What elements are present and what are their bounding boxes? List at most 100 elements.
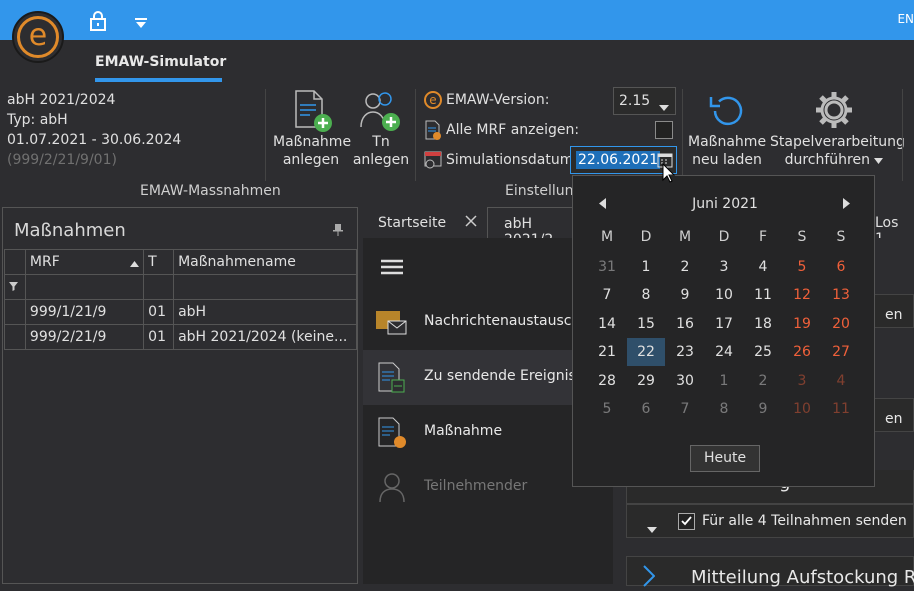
calendar-day[interactable]: 18 [744, 310, 782, 338]
calendar-header: Juni 2021 [587, 194, 863, 216]
calendar-day[interactable]: 2 [666, 253, 704, 281]
ribbon-separator [265, 89, 266, 181]
massnahme-anlegen-button[interactable]: Maßnahme anlegen [273, 87, 352, 169]
stapelverarbeitung-button[interactable]: Stapelverarbeitung durchführen [770, 87, 905, 169]
calendar-day[interactable]: 26 [783, 338, 821, 366]
mitteilung-card[interactable]: Mitteilung Aufstockung R [626, 556, 914, 588]
tn-anlegen-label1: Tn [372, 134, 390, 150]
calendar-day[interactable]: 12 [783, 281, 821, 309]
calendar-day[interactable]: 25 [744, 338, 782, 366]
calendar-day[interactable]: 11 [744, 281, 782, 309]
calendar-day[interactable]: 1 [627, 253, 665, 281]
group-label-einstellungen: Einstellung [505, 183, 583, 199]
table-row[interactable]: 999/2/21/9 01 abH 2021/2024 (keine... [4, 324, 357, 350]
filter-icon[interactable] [4, 274, 26, 300]
filter-cell[interactable] [143, 274, 175, 300]
tn-anlegen-button[interactable]: Tn anlegen [352, 87, 410, 169]
calendar-day[interactable]: 2 [744, 367, 782, 395]
panel-title: Maßnahmen [14, 220, 126, 241]
ribbon-tab-underline [95, 78, 222, 82]
ribbon-tab-emaw-simulator[interactable]: EMAW-Simulator [95, 54, 226, 70]
calendar-day[interactable]: 7 [588, 281, 626, 309]
info-name: abH 2021/2024 [7, 92, 116, 108]
calendar-day[interactable]: 31 [588, 253, 626, 281]
calendar-day[interactable]: 13 [822, 281, 860, 309]
calendar-day[interactable]: 27 [822, 338, 860, 366]
simulationsdatum-label: Simulationsdatum: [446, 152, 579, 168]
calendar-day[interactable]: 8 [627, 281, 665, 309]
simulationsdatum-input[interactable]: 22.06.2021 [570, 146, 677, 174]
app-logo[interactable]: e [12, 11, 64, 63]
calendar-day[interactable]: 10 [705, 281, 743, 309]
send-all-checkbox[interactable] [678, 513, 695, 530]
calendar-day[interactable]: 23 [666, 338, 704, 366]
mouse-cursor-icon [662, 162, 676, 187]
calendar-day[interactable]: 14 [588, 310, 626, 338]
ribbon-separator [682, 89, 683, 181]
send-all-row: Für alle 4 Teilnahmen senden [626, 504, 914, 538]
calendar-day[interactable]: 11 [822, 395, 860, 423]
calendar-day[interactable]: 10 [783, 395, 821, 423]
chevron-down-icon[interactable] [647, 518, 657, 537]
calendar-day[interactable]: 28 [588, 367, 626, 395]
calendar-day[interactable]: 4 [744, 253, 782, 281]
calendar-day[interactable]: 17 [705, 310, 743, 338]
filter-cell[interactable] [173, 274, 357, 300]
refresh-icon [688, 87, 766, 133]
group-label-massnahmen: EMAW-Massnahmen [140, 183, 281, 199]
massnahme-neu-laden-button[interactable]: Maßnahme neu laden [688, 87, 766, 169]
window-title: EN [897, 12, 914, 26]
calendar-day[interactable]: 6 [822, 253, 860, 281]
calendar-day[interactable]: 1 [705, 367, 743, 395]
calendar-day[interactable]: 30 [666, 367, 704, 395]
alle-mrf-label: Alle MRF anzeigen: [446, 122, 580, 138]
calendar-day[interactable]: 6 [627, 395, 665, 423]
filter-row [4, 274, 357, 300]
calendar-day[interactable]: 20 [822, 310, 860, 338]
emaw-version-select[interactable]: 2.15 [613, 87, 676, 115]
nav-label: Teilnehmender [424, 478, 528, 494]
column-header-t[interactable]: T [143, 249, 175, 275]
calendar-day[interactable]: 21 [588, 338, 626, 366]
table-row[interactable]: 999/1/21/9 01 abH [4, 299, 357, 325]
massnahme-anlegen-label1: Maßnahme [273, 134, 352, 150]
chevron-right-icon[interactable] [843, 198, 850, 212]
lock-icon[interactable] [88, 10, 108, 36]
column-header-name[interactable]: Maßnahmename [173, 249, 357, 275]
ribbon-separator [902, 89, 903, 181]
calendar-day[interactable]: 8 [705, 395, 743, 423]
calendar-day[interactable]: 15 [627, 310, 665, 338]
tab-startseite-label: Startseite [378, 215, 447, 231]
calendar-day[interactable]: 16 [666, 310, 704, 338]
alle-mrf-checkbox[interactable] [655, 121, 673, 139]
weekday-header: S [797, 229, 807, 245]
calendar-month[interactable]: Juni 2021 [587, 196, 863, 212]
calendar-day[interactable]: 5 [588, 395, 626, 423]
nav-label: Nachrichtenaustausch [424, 313, 581, 329]
simulationsdatum-value: 22.06.2021 [576, 151, 661, 169]
calendar-day[interactable]: 7 [666, 395, 704, 423]
pin-icon[interactable] [333, 224, 343, 239]
document-add-icon [273, 87, 349, 133]
hamburger-menu-icon[interactable] [381, 259, 403, 279]
sort-up-icon [130, 255, 140, 271]
quick-access-dropdown-icon[interactable] [134, 14, 148, 33]
calendar-day-selected[interactable]: 22 [627, 338, 665, 366]
column-header-mrf[interactable]: MRF [24, 249, 145, 275]
calendar-day[interactable]: 19 [783, 310, 821, 338]
calendar-day[interactable]: 3 [705, 253, 743, 281]
calendar-day[interactable]: 9 [666, 281, 704, 309]
calendar-day[interactable]: 4 [822, 367, 860, 395]
emaw-version-value: 2.15 [619, 93, 651, 109]
calendar-day[interactable]: 3 [783, 367, 821, 395]
tab-startseite[interactable]: Startseite [362, 207, 487, 239]
calendar-day[interactable]: 24 [705, 338, 743, 366]
filter-cell[interactable] [24, 274, 145, 300]
cell-t: 01 [143, 324, 175, 350]
calendar-day[interactable]: 5 [783, 253, 821, 281]
calendar-day[interactable]: 9 [744, 395, 782, 423]
calendar-day[interactable]: 29 [627, 367, 665, 395]
today-button[interactable]: Heute [690, 445, 760, 472]
close-icon[interactable] [465, 215, 477, 231]
title-bar: EN [0, 0, 914, 40]
